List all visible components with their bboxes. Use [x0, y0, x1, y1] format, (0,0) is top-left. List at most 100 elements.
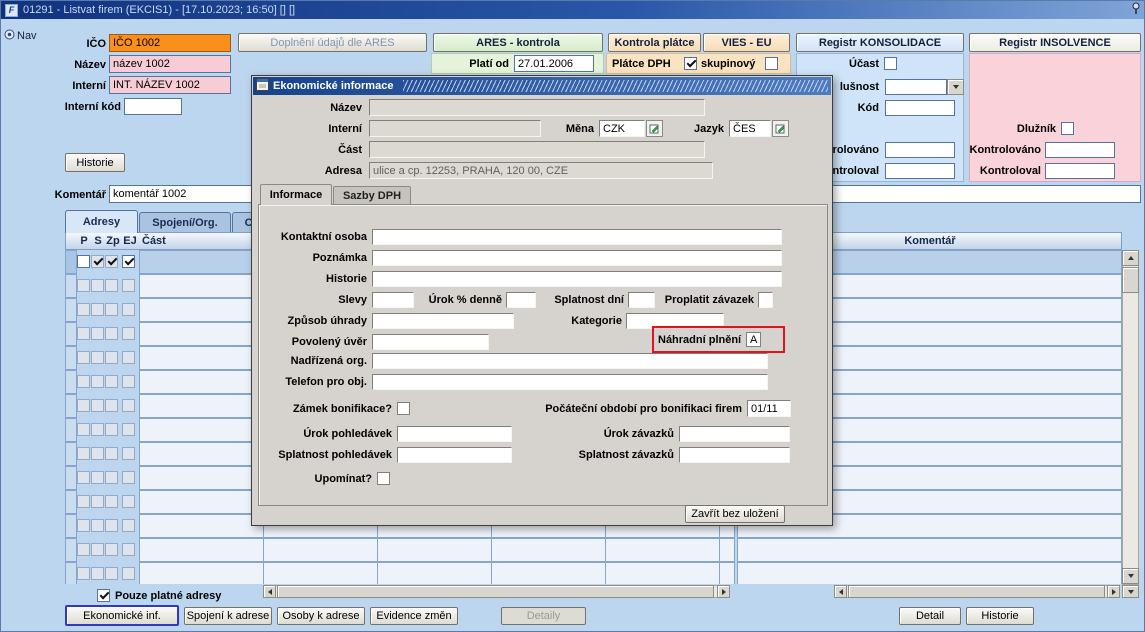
table-cell[interactable] [139, 562, 264, 584]
table-cell[interactable] [139, 466, 264, 490]
row-checkbox-zp[interactable] [105, 447, 118, 460]
scroll-right-icon[interactable] [1107, 585, 1120, 598]
osoby-k-adrese-button[interactable]: Osoby k adrese [277, 607, 365, 625]
historie-field[interactable] [372, 271, 782, 287]
row-checkbox-p[interactable] [77, 567, 90, 580]
row-checkbox-ej[interactable] [122, 375, 135, 388]
pouze-platne-checkbox[interactable] [97, 589, 110, 602]
row-checkbox-ej[interactable] [122, 519, 135, 532]
table-cell[interactable] [139, 538, 264, 562]
table-cell[interactable] [139, 346, 264, 370]
row-checkbox-s[interactable] [91, 423, 104, 436]
adresa-field[interactable]: ulice a cp. 12253, PRAHA, 120 00, CZE [369, 162, 713, 179]
table-cell[interactable] [139, 250, 264, 274]
urok-denne-field[interactable] [506, 292, 536, 308]
row-checkbox-ej[interactable] [122, 351, 135, 364]
evidence-zmen-button[interactable]: Evidence změn [370, 607, 458, 625]
close-without-save-button[interactable]: Zavřít bez uložení [685, 505, 785, 523]
row-checkbox-ej[interactable] [122, 471, 135, 484]
payer-check-button[interactable]: Kontrola plátce [608, 33, 701, 52]
kontroloval-right-field[interactable] [1045, 163, 1115, 179]
row-checkbox-s[interactable] [91, 495, 104, 508]
row-checkbox-s[interactable] [91, 255, 104, 268]
row-checkbox-zp[interactable] [105, 543, 118, 556]
left-horizontal-thumb[interactable] [277, 585, 714, 598]
row-checkbox-p[interactable] [77, 375, 90, 388]
row-checkbox-s[interactable] [91, 543, 104, 556]
row-selector[interactable] [65, 538, 77, 562]
ico-field[interactable]: IČO 1002 [109, 34, 231, 52]
row-checkbox-s[interactable] [91, 327, 104, 340]
row-checkbox-p[interactable] [77, 279, 90, 292]
row-checkbox-s[interactable] [91, 399, 104, 412]
jazyk-field[interactable]: ČES [729, 120, 771, 137]
row-checkbox-p[interactable] [77, 303, 90, 316]
spojeni-k-adrese-button[interactable]: Spojení k adrese [184, 607, 272, 625]
table-cell[interactable] [491, 562, 606, 584]
poznamka-field[interactable] [372, 250, 782, 266]
row-checkbox-ej[interactable] [122, 543, 135, 556]
table-cell[interactable] [139, 298, 264, 322]
row-checkbox-s[interactable] [91, 351, 104, 364]
ucast-checkbox[interactable] [884, 57, 897, 70]
interni-kod-field[interactable] [124, 98, 182, 115]
row-checkbox-ej[interactable] [122, 567, 135, 580]
table-cell[interactable] [139, 442, 264, 466]
row-selector[interactable] [65, 442, 77, 466]
table-cell[interactable] [737, 562, 1122, 584]
row-checkbox-ej[interactable] [122, 327, 135, 340]
historie-button[interactable]: Historie [65, 153, 125, 172]
ekonomicke-inf-button[interactable]: Ekonomické inf. [65, 605, 179, 626]
row-checkbox-ej[interactable] [122, 399, 135, 412]
row-checkbox-s[interactable] [91, 567, 104, 580]
table-cell[interactable] [263, 562, 378, 584]
scroll-left-icon[interactable] [834, 585, 847, 598]
scroll-corner-button[interactable] [1122, 585, 1139, 598]
vertical-scrollbar[interactable] [1122, 250, 1139, 585]
zpusob-uhrady-field[interactable] [372, 313, 514, 329]
upominat-checkbox[interactable] [377, 472, 390, 485]
splatnost-pohledavek-field[interactable] [397, 447, 512, 463]
row-checkbox-p[interactable] [77, 255, 90, 268]
slevy-field[interactable] [372, 292, 414, 308]
row-selector[interactable] [65, 250, 77, 274]
scroll-down-icon[interactable] [1122, 568, 1139, 584]
row-selector[interactable] [65, 298, 77, 322]
dialog-nazev-field[interactable] [369, 99, 705, 116]
historie-footer-button[interactable]: Historie [966, 607, 1034, 625]
urok-zavazku-field[interactable] [679, 426, 790, 442]
table-cell[interactable] [605, 562, 720, 584]
table-cell[interactable] [263, 538, 378, 562]
table-cell[interactable] [719, 562, 735, 584]
row-selector[interactable] [65, 418, 77, 442]
row-checkbox-s[interactable] [91, 447, 104, 460]
edit-language-icon[interactable] [772, 120, 789, 137]
kontaktni-osoba-field[interactable] [372, 229, 782, 245]
konsolidace-button[interactable]: Registr KONSOLIDACE [796, 33, 964, 52]
kontroloval-left-field[interactable] [885, 163, 955, 179]
dialog-interni-field[interactable] [369, 120, 541, 137]
splatnost-dni-field[interactable] [628, 292, 655, 308]
insolvence-button[interactable]: Registr INSOLVENCE [969, 33, 1141, 52]
row-checkbox-zp[interactable] [105, 255, 118, 268]
table-cell[interactable] [139, 370, 264, 394]
table-cell[interactable] [139, 394, 264, 418]
table-cell[interactable] [377, 562, 492, 584]
row-selector[interactable] [65, 346, 77, 370]
dialog-cast-field[interactable] [369, 141, 705, 158]
scroll-right-icon[interactable] [717, 585, 730, 598]
table-row[interactable] [1, 562, 1145, 584]
scroll-up-icon[interactable] [1122, 250, 1139, 266]
nadrizena-org-field[interactable] [372, 353, 768, 369]
scroll-left-icon[interactable] [263, 585, 276, 598]
row-checkbox-zp[interactable] [105, 327, 118, 340]
table-cell[interactable] [139, 490, 264, 514]
table-cell[interactable] [737, 538, 1122, 562]
row-checkbox-s[interactable] [91, 303, 104, 316]
table-cell[interactable] [139, 322, 264, 346]
table-cell[interactable] [139, 274, 264, 298]
row-checkbox-zp[interactable] [105, 423, 118, 436]
row-checkbox-p[interactable] [77, 351, 90, 364]
vies-button[interactable]: VIES - EU [703, 33, 790, 52]
row-checkbox-ej[interactable] [122, 255, 135, 268]
